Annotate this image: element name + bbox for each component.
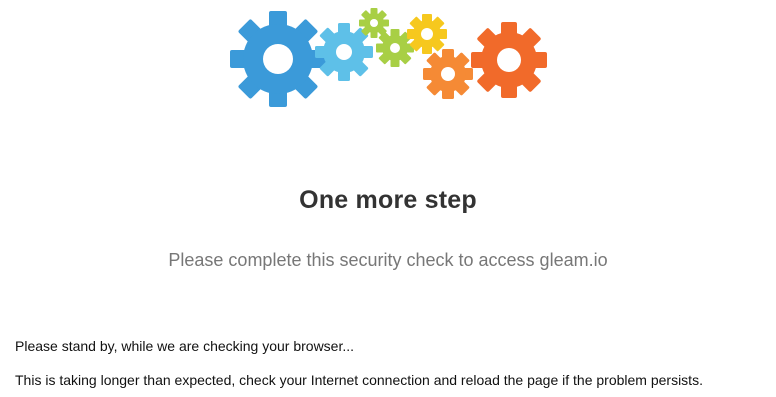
orange-gear-icon [423, 49, 473, 99]
red-orange-gear-icon [471, 22, 547, 98]
page-title: One more step [299, 186, 477, 214]
status-warning-message: This is taking longer than expected, che… [15, 372, 703, 388]
yellow-gear-icon [407, 14, 447, 54]
gears-icon [230, 8, 547, 107]
blue-gear-icon [230, 11, 326, 107]
gears-logo [230, 4, 550, 110]
status-message: Please stand by, while we are checking y… [15, 338, 355, 354]
page-subtitle: Please complete this security check to a… [168, 250, 608, 270]
